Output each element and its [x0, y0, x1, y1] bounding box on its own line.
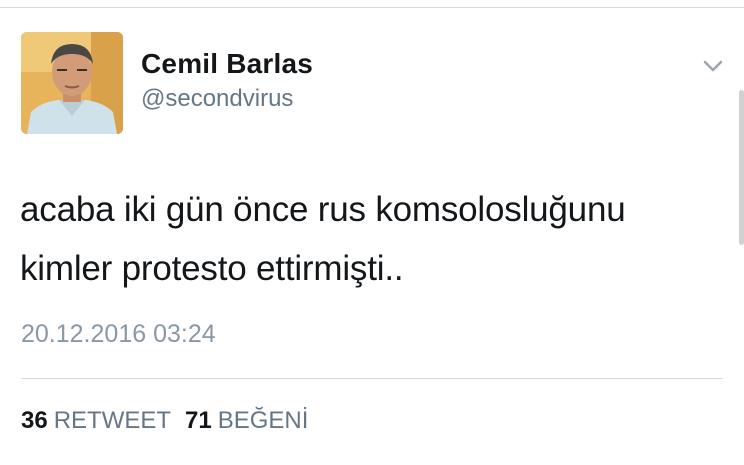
tweet-text: acaba iki gün önce rus komsolosluğunu ki…: [20, 180, 730, 298]
tweet-text-line: acaba iki gün önce rus komsolosluğunu: [20, 190, 626, 229]
retweet-count: 36: [21, 407, 48, 434]
tweet-stats: 36 RETWEET 71 BEĞENİ: [21, 407, 308, 435]
avatar-photo: [21, 32, 123, 134]
scrollbar[interactable]: [739, 90, 744, 245]
like-count: 71: [185, 407, 212, 434]
author-handle[interactable]: @secondvirus: [141, 85, 293, 113]
avatar[interactable]: [21, 32, 123, 134]
top-border: [0, 7, 744, 8]
retweet-stat[interactable]: 36 RETWEET: [21, 407, 171, 434]
tweet-text-line: kimler protesto ettirmişti..: [20, 249, 404, 288]
retweet-label: RETWEET: [53, 407, 172, 434]
like-label: BEĞENİ: [217, 407, 309, 434]
divider: [21, 378, 723, 379]
tweet-timestamp[interactable]: 20.12.2016 03:24: [21, 320, 216, 349]
chevron-down-icon[interactable]: [698, 54, 728, 78]
like-stat[interactable]: 71 BEĞENİ: [185, 407, 308, 434]
author-display-name[interactable]: Cemil Barlas: [141, 48, 313, 80]
